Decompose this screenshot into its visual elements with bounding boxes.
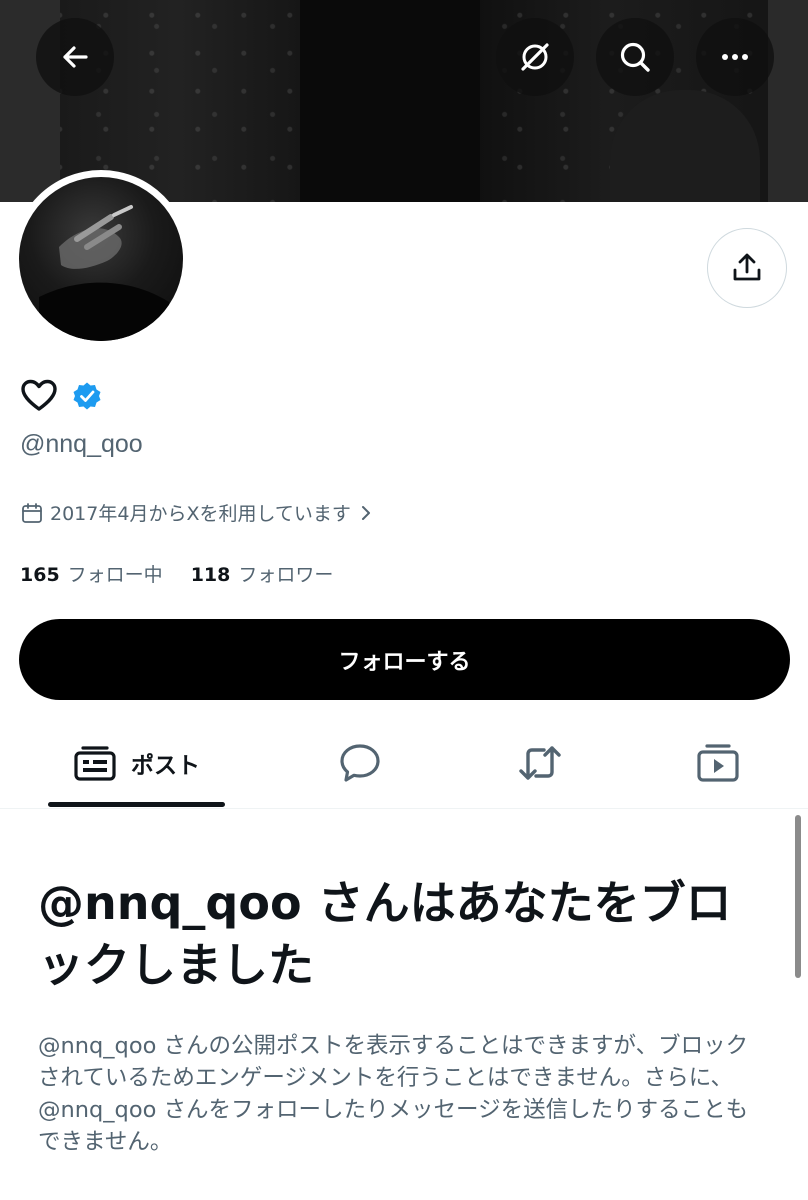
profile-tabs: ポスト (0, 718, 808, 809)
avatar-image (19, 177, 183, 341)
blocked-description: @nnq_qoo さんの公開ポストを表示することはできますが、ブロックされている… (38, 1033, 749, 1155)
replies-icon (340, 744, 380, 782)
share-button[interactable] (707, 228, 787, 308)
banner-shade-right (768, 0, 808, 202)
banner-sleeve (610, 90, 760, 202)
media-icon (697, 744, 739, 782)
blocked-title: @nnq_qoo さんはあなたをブロックしました (38, 876, 732, 992)
grok-button[interactable] (496, 18, 574, 96)
tab-posts-label: ポスト (131, 753, 200, 779)
search-icon (620, 42, 650, 72)
joined-text: 2017年4月からXを利用しています (50, 503, 351, 525)
share-icon (733, 253, 761, 281)
arrow-left-icon (63, 46, 88, 68)
tab-media[interactable] (668, 718, 768, 808)
repost-icon (519, 746, 561, 780)
avatar[interactable] (12, 170, 190, 348)
follow-button[interactable]: フォローする (19, 619, 790, 700)
following-label: フォロー中 (67, 564, 163, 586)
following-link[interactable]: 165 フォロー中 (20, 560, 163, 587)
joined-date[interactable]: 2017年4月からXを利用しています (20, 499, 375, 526)
followers-label: フォロワー (238, 564, 334, 586)
back-button[interactable] (36, 18, 114, 96)
avatar-hands-graphic (39, 205, 169, 341)
banner-coat-center (300, 0, 480, 202)
verified-badge-icon (73, 382, 101, 410)
calendar-icon (22, 502, 42, 523)
chevron-right-icon (361, 505, 370, 520)
grok-icon (521, 43, 549, 71)
tab-replies[interactable] (310, 718, 410, 808)
followers-count: 118 (190, 564, 231, 586)
following-count: 165 (20, 564, 60, 586)
heart-outline-icon (21, 379, 57, 411)
followers-link[interactable]: 118 フォロワー (191, 560, 334, 587)
tab-reposts[interactable] (490, 718, 590, 808)
profile-handle: @nnq_qoo (20, 430, 143, 458)
active-tab-indicator (48, 802, 225, 807)
posts-icon (74, 746, 116, 781)
more-icon (722, 54, 748, 60)
scrollbar[interactable] (795, 815, 801, 978)
tab-posts[interactable]: ポスト (48, 718, 225, 808)
more-button[interactable] (696, 18, 774, 96)
search-button[interactable] (596, 18, 674, 96)
follow-stats: 165 フォロー中 118 フォロワー (20, 560, 333, 587)
display-name (20, 378, 102, 414)
